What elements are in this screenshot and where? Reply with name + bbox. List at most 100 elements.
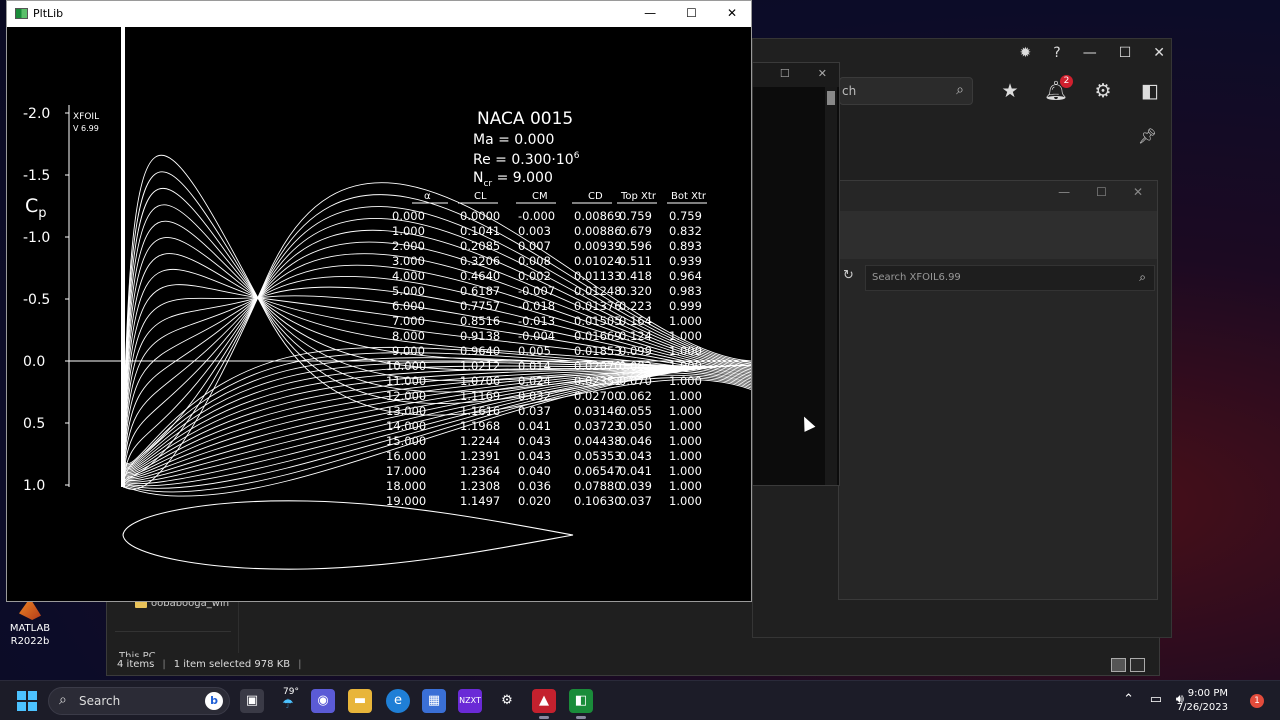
table-cell: 1.2364 (460, 464, 500, 478)
network-icon[interactable]: ▭ (1150, 692, 1162, 707)
table-cell: 1.0212 (460, 359, 500, 373)
matlab-label-line1: MATLAB (9, 623, 51, 634)
table-cell: 0.00939 (574, 239, 622, 253)
table-cell: 5.000 (392, 284, 425, 298)
bell-icon[interactable]: 🔔︎ 2 (1043, 75, 1073, 103)
table-cell: 0.050 (619, 419, 652, 433)
xfoil-search-input[interactable]: Search XFOIL6.99 ⌕ (865, 265, 1155, 291)
pin-icon[interactable]: 📌︎ (1138, 127, 1157, 145)
xfoil-plot: -2.0 -1.5 -1.0 -0.5 0.0 0.5 1.0 XFOIL V 6.99 C… (23, 27, 751, 570)
table-cell: 0.3206 (460, 254, 500, 268)
scrollbar-thumb[interactable] (827, 91, 835, 105)
table-cell: 0.043 (518, 434, 551, 448)
app-search-text: ch (842, 84, 857, 98)
app-search-input[interactable]: ch ⌕ (839, 77, 973, 105)
task-view-icon[interactable]: ▣ (240, 689, 264, 713)
table-cell: 0.024 (518, 374, 551, 388)
table-cell: 0.055 (619, 404, 652, 418)
refresh-icon[interactable]: ↻ (843, 268, 854, 283)
settings-icon[interactable]: ⚙ (495, 689, 519, 713)
table-cell: 1.000 (669, 374, 702, 388)
table-cell: 1.000 (669, 344, 702, 358)
pltlib-window: PltLib — ☐ ✕ -2.0 -1.5 -1.0 -0.5 0.0 0.5 1.0 X… (6, 0, 752, 602)
nav-item-this-pc[interactable]: This PC (119, 651, 156, 657)
table-cell: 0.041 (518, 419, 551, 433)
window-controls: — ☐ ✕ (644, 6, 737, 20)
panel-icon[interactable]: ◧ (1137, 79, 1163, 103)
table-cell: 1.000 (669, 404, 702, 418)
maximize-button[interactable]: ☐ (1096, 185, 1107, 199)
store-icon[interactable]: ▦ (422, 689, 446, 713)
taskbar-search-label: Search (79, 694, 121, 708)
table-cell: 6.000 (392, 299, 425, 313)
details-view-button[interactable] (1111, 658, 1126, 672)
star-icon[interactable]: ★ (997, 79, 1023, 103)
nzxt-icon[interactable]: NZXT (458, 689, 482, 713)
y-tick-label: 1.0 (23, 478, 45, 494)
y-tick-label: -0.5 (23, 292, 50, 308)
table-cell: 0.037 (518, 404, 551, 418)
table-cell: 0.00886 (574, 224, 622, 238)
table-cell: 1.000 (669, 329, 702, 343)
pltlib-taskbar-icon[interactable]: ◧ (569, 689, 593, 719)
table-cell: 0.04438 (574, 434, 622, 448)
start-button[interactable] (17, 691, 37, 711)
edge-browser-icon[interactable]: e (386, 689, 410, 713)
bing-icon[interactable]: b (205, 692, 223, 710)
minimize-button[interactable]: — (644, 6, 656, 20)
console-scrollbar[interactable] (825, 87, 837, 485)
inner-header-band (839, 211, 1157, 259)
clock[interactable]: 9:00 PM 7/26/2023 (1177, 687, 1228, 715)
status-bar: 4 items | 1 item selected 978 KB | (117, 659, 301, 670)
chevron-up-icon[interactable]: ⌃ (1123, 692, 1134, 707)
close-button[interactable]: ✕ (727, 6, 737, 20)
matlab-taskbar-icon[interactable]: ▲ (532, 689, 556, 719)
close-button[interactable]: ✕ (1153, 45, 1165, 61)
table-cell: 0.6187 (460, 284, 500, 298)
help-icon[interactable]: ? (1053, 45, 1060, 61)
table-cell: 1.000 (669, 419, 702, 433)
teams-chat-icon[interactable]: ◉ (311, 689, 335, 713)
table-cell: 0.06547 (574, 464, 622, 478)
minimize-button[interactable]: — (1058, 185, 1070, 199)
table-cell: 1.000 (669, 359, 702, 373)
table-cell: 0.02351 (574, 374, 622, 388)
table-cell: 0.124 (619, 329, 652, 343)
table-header: CM (532, 191, 548, 202)
bug-icon[interactable]: ✹ (1020, 45, 1032, 61)
table-cell: 17.000 (386, 464, 426, 478)
table-cell: 0.320 (619, 284, 652, 298)
tiles-view-button[interactable] (1130, 658, 1145, 672)
file-explorer-icon[interactable]: ▬ (348, 689, 372, 713)
table-cell: 0.036 (518, 479, 551, 493)
table-cell: 1.1968 (460, 419, 500, 433)
table-header: CD (588, 191, 603, 202)
maximize-button[interactable]: ☐ (780, 67, 790, 80)
desktop-matlab-shortcut[interactable]: MATLAB R2022b (8, 598, 52, 648)
status-separator: | (298, 659, 302, 670)
pltlib-app-icon (15, 8, 28, 19)
close-button[interactable]: ✕ (818, 67, 827, 80)
table-cell: 0.003 (518, 224, 551, 238)
minimize-button[interactable]: — (1083, 45, 1097, 61)
gear-icon[interactable]: ⚙ (1090, 79, 1116, 103)
close-button[interactable]: ✕ (1133, 185, 1143, 199)
table-cell: -0.013 (518, 314, 555, 328)
search-icon[interactable]: ⌕ (956, 82, 964, 98)
search-icon[interactable]: ⌕ (1139, 270, 1146, 285)
y-tick-label: 0.0 (23, 354, 45, 370)
table-cell: 16.000 (386, 449, 426, 463)
notification-badge[interactable]: 1 (1250, 694, 1264, 708)
y-tick-label: 0.5 (23, 416, 45, 432)
table-cell: 1.2391 (460, 449, 500, 463)
table-cell: 0.511 (619, 254, 652, 268)
table-cell: 1.000 (669, 434, 702, 448)
maximize-button[interactable]: ☐ (686, 6, 697, 20)
table-cell: 0.01669 (574, 329, 622, 343)
version-label: V 6.99 (73, 124, 99, 133)
taskbar-search[interactable]: ⌕ Search b (48, 687, 230, 715)
table-cell: 0.01853 (574, 344, 622, 358)
table-cell: 10.000 (386, 359, 426, 373)
table-cell: 0.9138 (460, 329, 500, 343)
maximize-button[interactable]: ☐ (1119, 45, 1132, 61)
